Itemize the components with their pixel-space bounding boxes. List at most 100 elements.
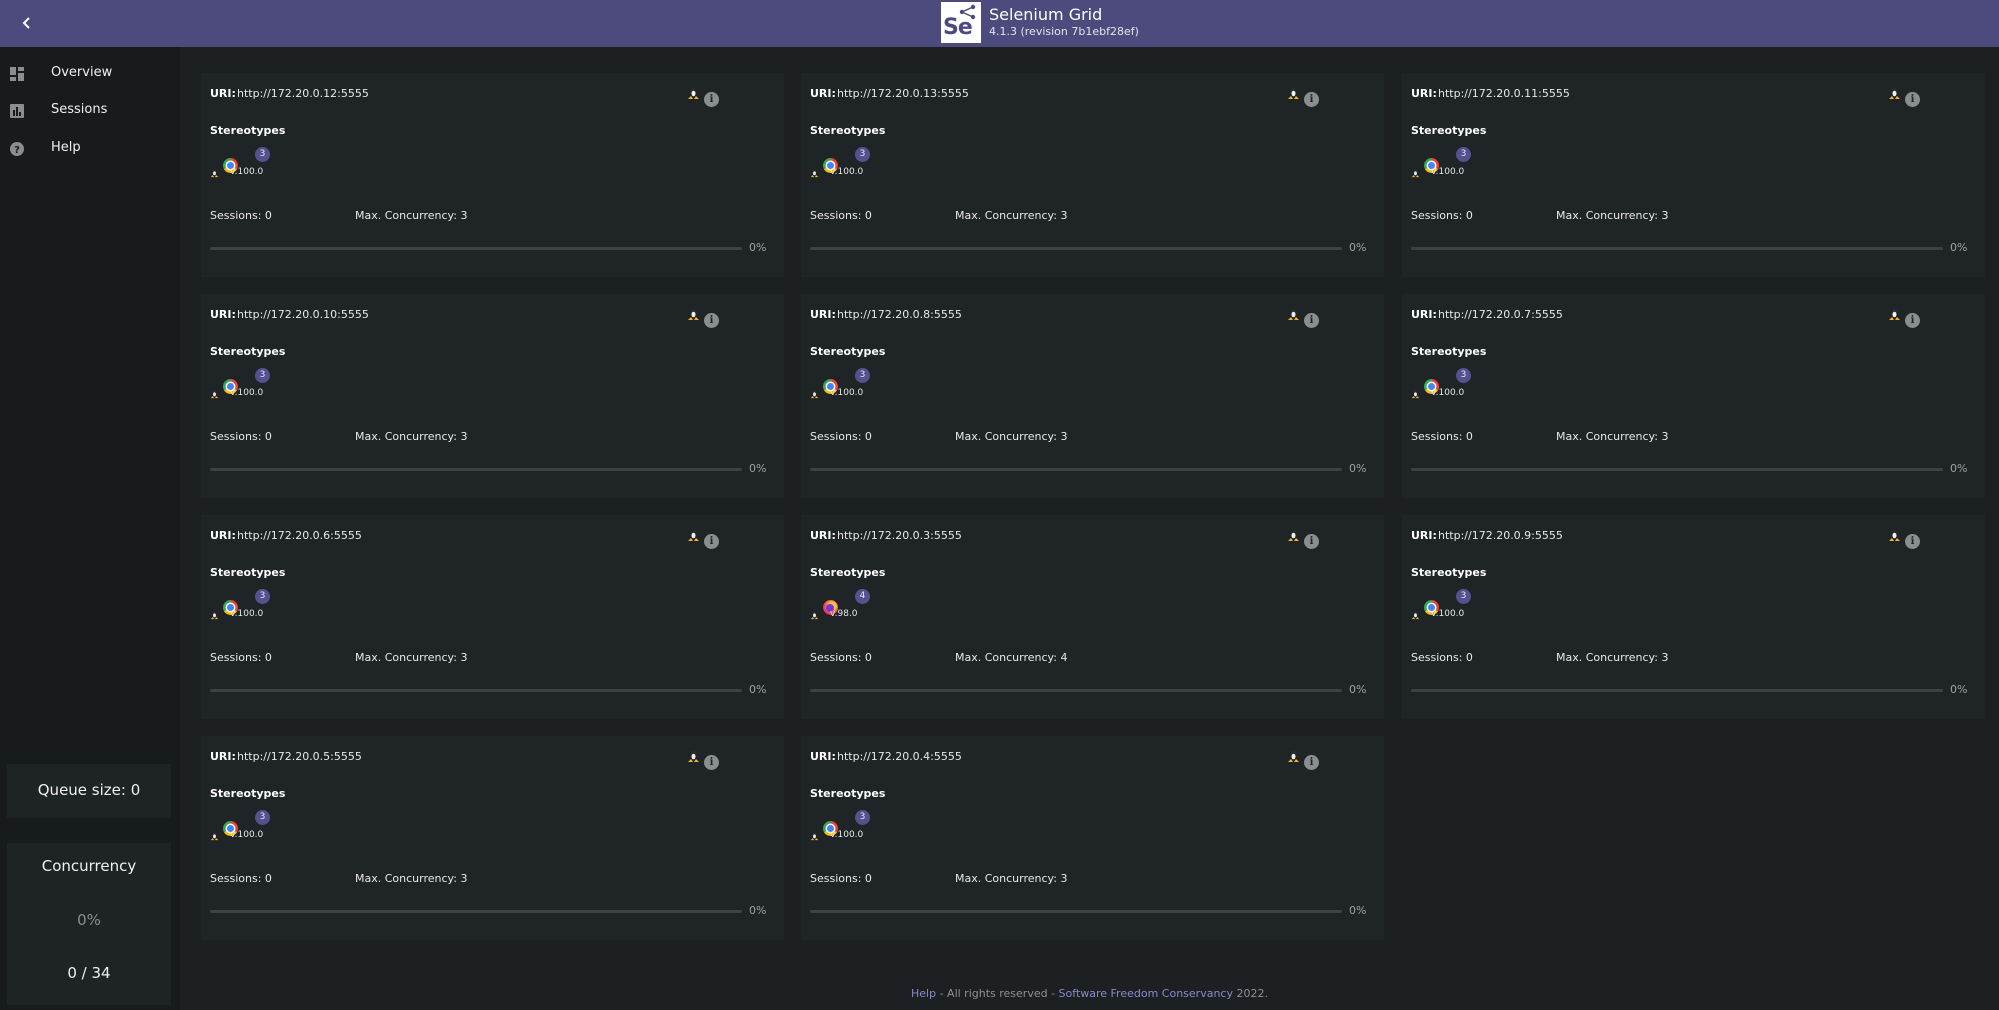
sessions-count: Sessions: 0 xyxy=(1411,209,1473,222)
node-card: URI: http://172.20.0.8:5555 i Stereotypes v.… xyxy=(801,294,1384,498)
browser-version: v.100.0 xyxy=(1431,388,1465,398)
linux-icon xyxy=(1411,384,1420,403)
info-icon[interactable]: i xyxy=(704,755,719,770)
load-progress-bar xyxy=(810,689,1342,692)
stereotypes-label: Stereotypes xyxy=(210,787,286,800)
node-uri: http://172.20.0.13:5555 xyxy=(837,87,969,100)
node-card: URI: http://172.20.0.12:5555 i Stereotypes v… xyxy=(201,73,784,277)
slot-count-badge: 3 xyxy=(1456,589,1471,604)
concurrency-title: Concurrency xyxy=(41,857,137,875)
sidebar-item-sessions[interactable]: Sessions xyxy=(0,94,180,128)
info-icon[interactable]: i xyxy=(704,92,719,107)
selenium-logo: Se xyxy=(941,2,981,43)
load-percent: 0% xyxy=(1349,241,1367,254)
app-version: 4.1.3 (revision 7b1ebf28ef) xyxy=(989,25,1139,38)
linux-icon xyxy=(687,527,700,546)
browser-version: v.100.0 xyxy=(230,167,264,177)
uri-label: URI: xyxy=(210,529,236,542)
max-concurrency: Max. Concurrency: 3 xyxy=(355,430,468,443)
node-uri: http://172.20.0.6:5555 xyxy=(237,529,362,542)
node-uri: http://172.20.0.3:5555 xyxy=(837,529,962,542)
slot-count-badge: 3 xyxy=(855,368,870,383)
node-card: URI: http://172.20.0.10:5555 i Stereotypes v… xyxy=(201,294,784,498)
browser-version: v.100.0 xyxy=(230,609,264,619)
slot-count-badge: 3 xyxy=(255,589,270,604)
sidebar: Overview Sessions ? Help Queue size: 0 C… xyxy=(0,47,180,1010)
sidebar-item-help[interactable]: ? Help xyxy=(0,132,180,166)
load-percent: 0% xyxy=(1950,683,1968,696)
linux-icon xyxy=(1411,163,1420,182)
dashboard-icon xyxy=(10,67,24,81)
browser-version: v.100.0 xyxy=(830,830,864,840)
node-uri: http://172.20.0.10:5555 xyxy=(237,308,369,321)
info-icon[interactable]: i xyxy=(1304,313,1319,328)
stereotypes-label: Stereotypes xyxy=(810,787,886,800)
browser-version: v.100.0 xyxy=(830,388,864,398)
max-concurrency: Max. Concurrency: 3 xyxy=(355,209,468,222)
load-percent: 0% xyxy=(749,683,767,696)
queue-size-card: Queue size: 0 xyxy=(7,764,171,818)
load-progress-bar xyxy=(210,468,742,471)
info-icon[interactable]: i xyxy=(704,313,719,328)
load-percent: 0% xyxy=(1349,904,1367,917)
max-concurrency: Max. Concurrency: 3 xyxy=(1556,430,1669,443)
load-progress-bar xyxy=(1411,468,1943,471)
chevron-left-icon[interactable] xyxy=(16,12,38,34)
node-uri: http://172.20.0.9:5555 xyxy=(1438,529,1563,542)
slot-count-badge: 3 xyxy=(255,368,270,383)
sessions-count: Sessions: 0 xyxy=(1411,430,1473,443)
info-icon[interactable]: i xyxy=(1304,92,1319,107)
uri-label: URI: xyxy=(1411,87,1437,100)
browser-version: v.100.0 xyxy=(230,830,264,840)
linux-icon xyxy=(810,826,819,845)
sessions-count: Sessions: 0 xyxy=(810,209,872,222)
stereotypes-label: Stereotypes xyxy=(210,124,286,137)
browser-version: v.100.0 xyxy=(1431,609,1465,619)
info-icon[interactable]: i xyxy=(1304,534,1319,549)
node-card: URI: http://172.20.0.5:5555 i Stereotypes v.… xyxy=(201,736,784,940)
linux-icon xyxy=(1287,748,1300,767)
slot-count-badge: 3 xyxy=(255,810,270,825)
sidebar-item-overview[interactable]: Overview xyxy=(0,57,180,91)
node-card: URI: http://172.20.0.6:5555 i Stereotypes v.… xyxy=(201,515,784,719)
linux-icon xyxy=(210,384,219,403)
uri-label: URI: xyxy=(810,87,836,100)
footer-org-link[interactable]: Software Freedom Conservancy xyxy=(1059,987,1233,1000)
info-icon[interactable]: i xyxy=(704,534,719,549)
node-uri: http://172.20.0.4:5555 xyxy=(837,750,962,763)
footer-help-link[interactable]: Help xyxy=(911,987,936,1000)
load-percent: 0% xyxy=(1950,241,1968,254)
load-progress-bar xyxy=(210,247,742,250)
info-icon[interactable]: i xyxy=(1905,92,1920,107)
sidebar-item-label: Sessions xyxy=(51,102,108,117)
max-concurrency: Max. Concurrency: 3 xyxy=(1556,209,1669,222)
max-concurrency: Max. Concurrency: 3 xyxy=(355,651,468,664)
browser-version: v.100.0 xyxy=(1431,167,1465,177)
top-app-bar: Se Selenium Grid 4.1.3 (revision 7b1ebf2… xyxy=(0,0,1999,47)
sessions-count: Sessions: 0 xyxy=(210,651,272,664)
info-icon[interactable]: i xyxy=(1905,534,1920,549)
info-icon[interactable]: i xyxy=(1905,313,1920,328)
load-progress-bar xyxy=(810,910,1342,913)
max-concurrency: Max. Concurrency: 4 xyxy=(955,651,1068,664)
stereotypes-label: Stereotypes xyxy=(810,124,886,137)
bar-chart-icon xyxy=(10,104,24,118)
linux-icon xyxy=(1287,527,1300,546)
stereotypes-label: Stereotypes xyxy=(210,345,286,358)
load-progress-bar xyxy=(810,468,1342,471)
sidebar-item-label: Overview xyxy=(51,65,113,80)
linux-icon xyxy=(1888,306,1901,325)
sessions-count: Sessions: 0 xyxy=(810,651,872,664)
max-concurrency: Max. Concurrency: 3 xyxy=(355,872,468,885)
info-icon[interactable]: i xyxy=(1304,755,1319,770)
load-percent: 0% xyxy=(1349,683,1367,696)
stereotypes-label: Stereotypes xyxy=(810,566,886,579)
uri-label: URI: xyxy=(210,87,236,100)
slot-count-badge: 3 xyxy=(855,810,870,825)
load-progress-bar xyxy=(210,689,742,692)
uri-label: URI: xyxy=(210,308,236,321)
stereotypes-label: Stereotypes xyxy=(1411,124,1487,137)
linux-icon xyxy=(210,605,219,624)
uri-label: URI: xyxy=(210,750,236,763)
uri-label: URI: xyxy=(810,529,836,542)
